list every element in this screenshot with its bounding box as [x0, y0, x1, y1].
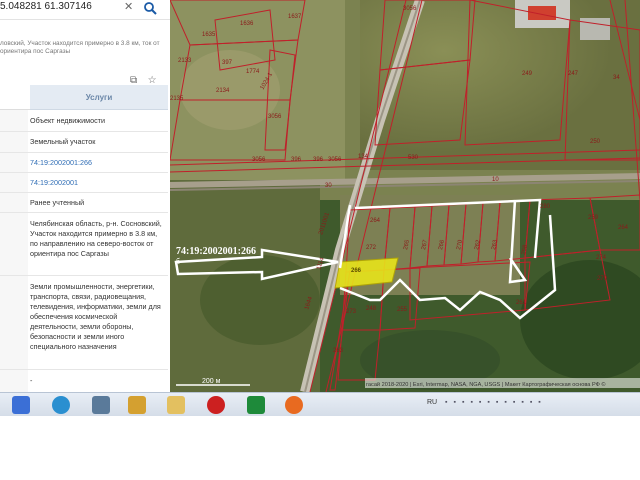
svg-text:273: 273 [346, 309, 357, 315]
row-object-type: Объект недвижимости [0, 110, 168, 132]
satellite-map[interactable]: 1636 1637 1635 2133 397 1774 3056 2134 2135 3… [170, 0, 640, 392]
row-label [0, 193, 28, 212]
row-status: Ранее учтенный [0, 193, 168, 213]
svg-text:2135: 2135 [170, 96, 184, 102]
network-icon[interactable] [92, 396, 110, 414]
svg-text:272: 272 [366, 245, 377, 251]
svg-text:1635: 1635 [202, 32, 216, 38]
row-label [0, 132, 28, 152]
cadastral-annotation: 74:19:2002001:266 [176, 246, 256, 257]
info-panel: 5.048281 61.307146 ✕ ловский, Участок на… [0, 0, 170, 392]
tab-services[interactable]: Услуги [30, 85, 168, 110]
ie-icon[interactable] [52, 396, 70, 414]
svg-text:1636: 1636 [240, 21, 254, 27]
search-icon[interactable] [143, 1, 157, 15]
row-label [0, 370, 28, 392]
cadastral-number-link[interactable]: 74:19:2002001:266 [30, 158, 164, 168]
svg-text:34: 34 [613, 75, 620, 81]
svg-text:30: 30 [325, 183, 332, 189]
svg-text:2134: 2134 [216, 88, 230, 94]
row-cadastral-number: 74:19:2002001:266 [0, 153, 168, 173]
annotation-suffix: б [176, 257, 180, 266]
row-label [0, 213, 28, 275]
panel-tabs: Услуги [0, 85, 170, 110]
svg-text:250: 250 [590, 139, 601, 145]
svg-text:134: 134 [358, 154, 369, 160]
taskbar: RU ▪▪▪▪▪▪▪▪▪▪▪▪ [0, 392, 640, 416]
svg-text:248: 248 [366, 306, 377, 312]
media-player-icon[interactable] [12, 396, 30, 414]
svg-text:3056: 3056 [268, 114, 282, 120]
firefox-icon[interactable] [285, 396, 303, 414]
svg-text:530: 530 [408, 155, 419, 161]
scale-label: 200 м [202, 378, 221, 385]
row-value: Земельный участок [30, 137, 96, 146]
row-value: - [30, 376, 33, 385]
search-input[interactable]: 5.048281 61.307146 [0, 1, 92, 12]
blank-area [0, 416, 640, 480]
row-permitted-use: - [0, 370, 168, 392]
row-address: Челябинская область, р-н. Сосновский, Уч… [0, 213, 168, 276]
row-label [0, 173, 28, 192]
svg-text:280: 280 [540, 204, 551, 210]
svg-text:264: 264 [370, 218, 381, 224]
paint-icon[interactable] [128, 396, 146, 414]
svg-text:1774: 1774 [246, 69, 260, 75]
svg-text:274: 274 [596, 255, 607, 261]
tray-icons[interactable]: ▪▪▪▪▪▪▪▪▪▪▪▪ [445, 399, 547, 406]
row-land-category: Земли промышленности, энергетики, трансп… [0, 276, 168, 370]
svg-text:3056: 3056 [328, 157, 342, 163]
excel-icon[interactable] [247, 396, 265, 414]
svg-text:1637: 1637 [288, 14, 302, 20]
svg-text:255: 255 [397, 307, 408, 313]
row-label [0, 276, 28, 369]
row-label [0, 110, 28, 131]
folder-icon[interactable] [167, 396, 185, 414]
language-indicator[interactable]: RU [427, 399, 437, 406]
search-bar[interactable]: 5.048281 61.307146 ✕ [0, 0, 170, 20]
map-attribution: гасай 2018-2020 | Esri, Intermap, NASA, … [366, 381, 606, 388]
cadastral-quarter-link[interactable]: 74:19:2002001 [30, 178, 164, 188]
svg-text:261: 261 [516, 300, 527, 306]
svg-text:266: 266 [351, 268, 362, 274]
row-value: Челябинская область, р-н. Сосновский, Уч… [30, 219, 162, 258]
svg-text:247: 247 [568, 71, 579, 77]
tab-info[interactable] [0, 85, 30, 110]
svg-text:396: 396 [291, 157, 302, 163]
svg-text:263: 263 [333, 348, 344, 354]
address-summary: ловский, Участок находится примерно в 3.… [0, 40, 160, 55]
row-value: Объект недвижимости [30, 115, 105, 125]
row-object-kind: Земельный участок [0, 132, 168, 153]
svg-text:3056: 3056 [403, 6, 417, 12]
close-icon[interactable]: ✕ [124, 0, 133, 13]
svg-text:259: 259 [588, 215, 599, 221]
row-value: Земли промышленности, энергетики, трансп… [30, 282, 161, 351]
svg-text:3056: 3056 [252, 157, 266, 163]
svg-text:397: 397 [222, 60, 233, 66]
svg-text:264: 264 [618, 225, 629, 231]
svg-text:2133: 2133 [178, 58, 192, 64]
svg-text:279: 279 [597, 276, 608, 282]
opera-icon[interactable] [207, 396, 225, 414]
svg-text:10: 10 [492, 177, 499, 183]
row-cadastral-quarter: 74:19:2002001 [0, 173, 168, 193]
svg-text:249: 249 [522, 71, 533, 77]
map-view[interactable]: 1636 1637 1635 2133 397 1774 3056 2134 2135 3… [170, 0, 640, 392]
svg-text:396: 396 [313, 157, 324, 163]
row-label [0, 153, 28, 172]
row-value: Ранее учтенный [30, 197, 85, 207]
